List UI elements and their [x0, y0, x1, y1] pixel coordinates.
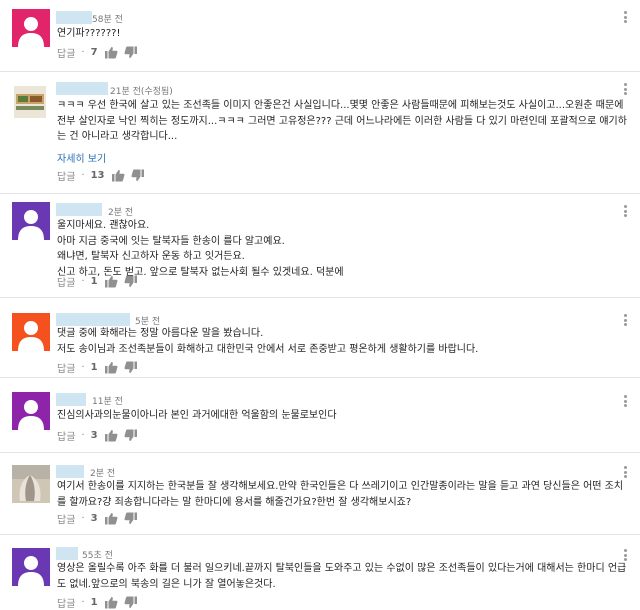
read-more-link[interactable]: 자세히 보기: [57, 150, 106, 165]
like-count: 13: [90, 169, 105, 181]
author-name[interactable]: [56, 313, 130, 326]
author-name[interactable]: [56, 465, 84, 478]
author-name[interactable]: [56, 547, 78, 560]
comment-text: 영상은 올릴수록 아주 화를 더 불러 일으키네.끝까지 탈북인들을 도와주고 …: [57, 563, 627, 590]
user-avatar-photo[interactable]: [12, 465, 50, 503]
comment-item: 58분 전 연기파??????! 답글 · 7: [0, 0, 640, 78]
thumbs-down-icon[interactable]: [124, 46, 138, 59]
more-options-icon[interactable]: [620, 10, 630, 24]
comment-text: 댓글 중에 화해라는 정말 아름다운 말을 봤습니다. 저도 송이님과 조선족분…: [57, 328, 479, 355]
author-name[interactable]: [56, 393, 86, 406]
person-icon: [18, 321, 44, 351]
separator-dot: ·: [81, 429, 85, 441]
comment-timestamp[interactable]: 21분 전(수정됨): [110, 84, 173, 97]
reply-button[interactable]: 답글: [57, 428, 75, 443]
like-count: 1: [90, 361, 98, 373]
thumbs-down-icon[interactable]: [124, 596, 138, 609]
more-options-icon[interactable]: [620, 204, 630, 218]
comment-text: 진심의사과의눈물이아니라 본인 과거에대한 억울함의 눈물로보인다: [57, 410, 337, 421]
like-count: 1: [90, 596, 98, 608]
author-name[interactable]: [56, 11, 92, 24]
comment-timestamp[interactable]: 11분 전: [92, 394, 123, 407]
comment-actions: 답글 · 1: [57, 274, 138, 289]
comment-actions: 답글 · 1: [57, 360, 138, 375]
comment-timestamp[interactable]: 2분 전: [90, 466, 115, 479]
comment-actions: 답글 · 3: [57, 428, 138, 443]
comment-actions: 답글 · 3: [57, 511, 138, 526]
comment-item: 55초 전 영상은 올릴수록 아주 화를 더 불러 일으키네.끝까지 탈북인들을…: [0, 540, 640, 610]
thumbs-up-icon[interactable]: [104, 361, 118, 374]
separator-dot: ·: [81, 169, 85, 181]
comment-text: 여기서 한송이를 지지하는 한국분들 잘 생각해보세요.만약 한국인들은 다 쓰…: [57, 481, 624, 508]
comment-item: 5분 전 댓글 중에 화해라는 정말 아름다운 말을 봤습니다. 저도 송이님과…: [0, 305, 640, 380]
reply-button[interactable]: 답글: [57, 168, 75, 183]
reply-button[interactable]: 답글: [57, 511, 75, 526]
comment-item: 11분 전 진심의사과의눈물이아니라 본인 과거에대한 억울함의 눈물로보인다 …: [0, 384, 640, 454]
divider: [0, 71, 640, 72]
author-name[interactable]: [56, 82, 108, 95]
person-icon: [18, 400, 44, 430]
more-options-icon[interactable]: [620, 465, 630, 479]
reply-button[interactable]: 답글: [57, 595, 75, 610]
thumbs-up-icon[interactable]: [104, 275, 118, 288]
author-name[interactable]: [56, 203, 102, 216]
comment-text: ㅋㅋㅋ 우선 한국에 살고 있는 조선족들 이미지 안좋은건 사실입니다...몇…: [57, 100, 627, 142]
comment-actions: 답글 · 13: [57, 168, 145, 183]
separator-dot: ·: [81, 596, 85, 608]
comment-text: 연기파??????!: [57, 28, 121, 39]
separator-dot: ·: [81, 46, 85, 58]
user-avatar[interactable]: [12, 313, 50, 351]
comment-actions: 답글 · 1: [57, 595, 138, 610]
divider: [0, 297, 640, 298]
person-icon: [18, 556, 44, 586]
thumbs-up-icon[interactable]: [104, 429, 118, 442]
divider: [0, 534, 640, 535]
user-avatar[interactable]: [12, 9, 50, 47]
comment-timestamp[interactable]: 58분 전: [92, 12, 123, 25]
thumbs-down-icon[interactable]: [131, 169, 145, 182]
more-options-icon[interactable]: [620, 548, 630, 562]
reply-button[interactable]: 답글: [57, 45, 75, 60]
thumbs-down-icon[interactable]: [124, 275, 138, 288]
comment-timestamp[interactable]: 2분 전: [108, 205, 133, 218]
separator-dot: ·: [81, 512, 85, 524]
like-count: 3: [90, 512, 98, 524]
comment-actions: 답글 · 7: [57, 45, 138, 60]
user-avatar[interactable]: [12, 548, 50, 586]
separator-dot: ·: [81, 361, 85, 373]
divider: [0, 377, 640, 378]
separator-dot: ·: [81, 275, 85, 287]
reply-button[interactable]: 답글: [57, 360, 75, 375]
more-options-icon[interactable]: [620, 394, 630, 408]
comment-item: 2분 전 울지마세요. 괜찮아요. 아마 지금 중국에 잇는 탈북자들 한송이 …: [0, 194, 640, 294]
reply-button[interactable]: 답글: [57, 274, 75, 289]
like-count: 1: [90, 275, 98, 287]
comment-item: 2분 전 여기서 한송이를 지지하는 한국분들 잘 생각해보세요.만약 한국인들…: [0, 459, 640, 537]
more-options-icon[interactable]: [620, 82, 630, 96]
like-count: 3: [90, 429, 98, 441]
thumbs-up-icon[interactable]: [111, 169, 125, 182]
person-icon: [18, 210, 44, 240]
thumbs-down-icon[interactable]: [124, 361, 138, 374]
comment-timestamp[interactable]: 55초 전: [82, 548, 113, 561]
avatar-photo-icon: [14, 86, 46, 118]
thumbs-up-icon[interactable]: [104, 512, 118, 525]
person-icon: [18, 17, 44, 47]
divider: [0, 452, 640, 453]
user-avatar[interactable]: [12, 392, 50, 430]
avatar-photo-icon: [12, 465, 50, 503]
like-count: 7: [90, 46, 98, 58]
comment-text: 울지마세요. 괜찮아요. 아마 지금 중국에 잇는 탈북자들 한송이 를다 알고…: [57, 220, 344, 278]
thumbs-up-icon[interactable]: [104, 596, 118, 609]
thumbs-up-icon[interactable]: [104, 46, 118, 59]
more-options-icon[interactable]: [620, 313, 630, 327]
thumbs-down-icon[interactable]: [124, 429, 138, 442]
user-avatar-photo[interactable]: [14, 86, 46, 118]
thumbs-down-icon[interactable]: [124, 512, 138, 525]
user-avatar[interactable]: [12, 202, 50, 240]
comment-item: 21분 전(수정됨) ㅋㅋㅋ 우선 한국에 살고 있는 조선족들 이미지 안좋은…: [0, 78, 640, 190]
